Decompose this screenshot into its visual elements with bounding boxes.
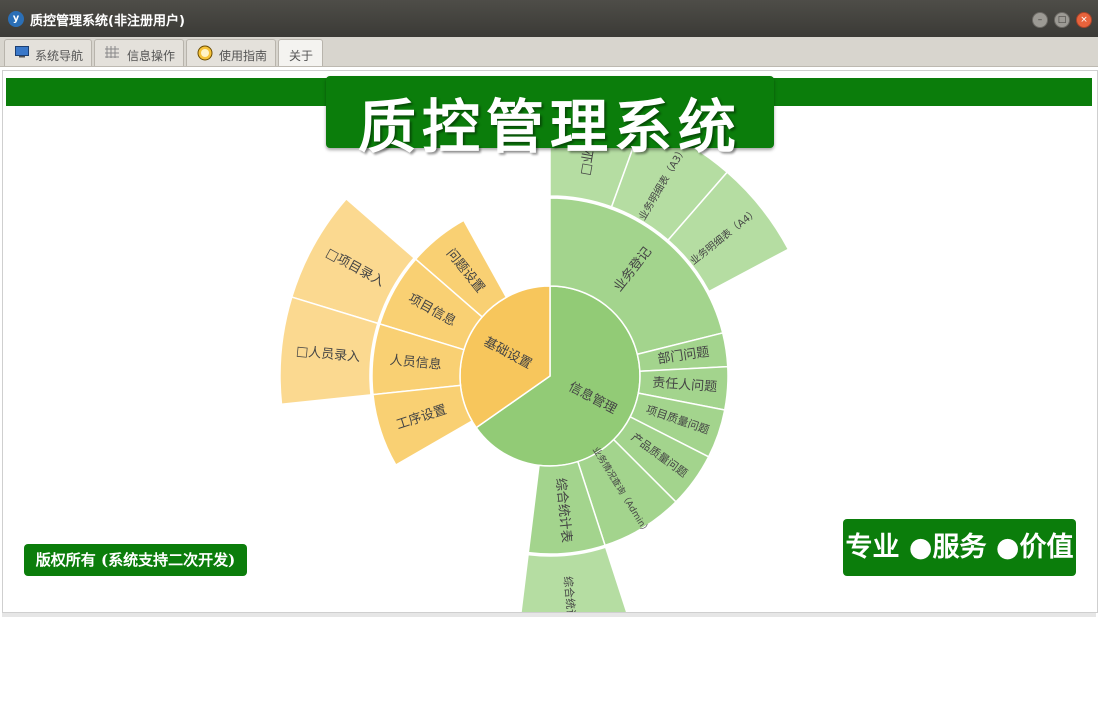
- banner-title: 质控管理系统: [357, 93, 742, 161]
- status-bar: [2, 612, 1096, 617]
- slogan-badge: 专业 ●服务 ●价值: [843, 519, 1076, 576]
- copyright-badge: 版权所有 (系统支持二次开发): [24, 544, 247, 576]
- banner: 质控管理系统: [326, 76, 774, 161]
